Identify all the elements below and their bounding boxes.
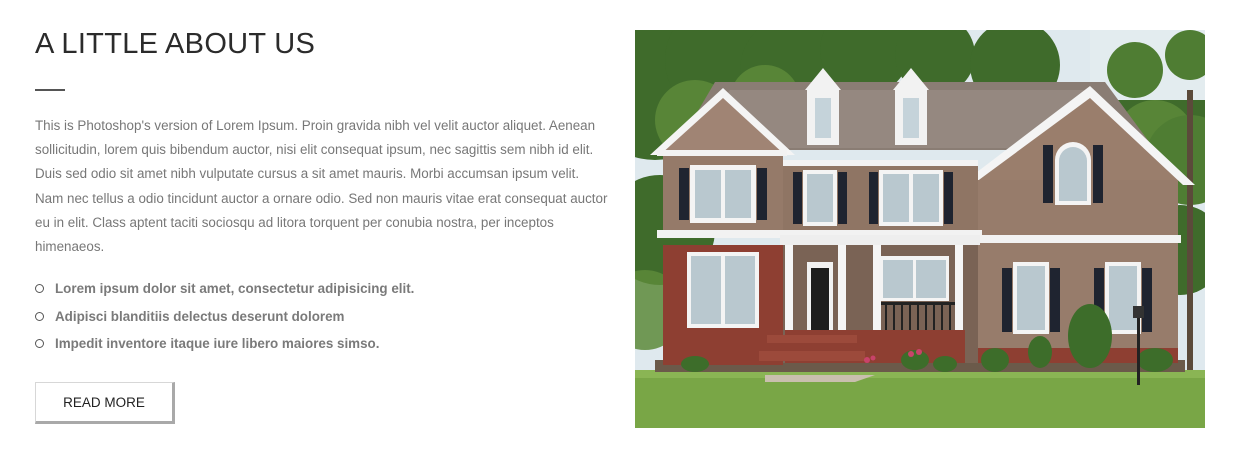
circle-bullet-icon xyxy=(35,339,44,349)
circle-bullet-icon xyxy=(35,311,44,321)
feature-text: Impedit inventore itaque iure libero mai… xyxy=(55,336,380,352)
section-title: A LITTLE ABOUT US xyxy=(35,28,316,60)
title-divider xyxy=(35,89,65,91)
feature-text: Adipisci blanditiis delectus deserunt do… xyxy=(55,308,345,324)
about-paragraph: This is Photoshop's version of Lorem Ips… xyxy=(35,118,608,255)
list-item: Lorem ipsum dolor sit amet, consectetur … xyxy=(35,275,414,303)
list-item: Impedit inventore itaque iure libero mai… xyxy=(35,330,414,358)
circle-bullet-icon xyxy=(35,284,44,294)
feature-text: Lorem ipsum dolor sit amet, consectetur … xyxy=(55,281,415,297)
feature-list: Lorem ipsum dolor sit amet, consectetur … xyxy=(35,275,414,358)
house-photo xyxy=(635,30,1205,428)
read-more-button[interactable]: READ MORE xyxy=(35,382,175,424)
list-item: Adipisci blanditiis delectus deserunt do… xyxy=(35,303,414,331)
